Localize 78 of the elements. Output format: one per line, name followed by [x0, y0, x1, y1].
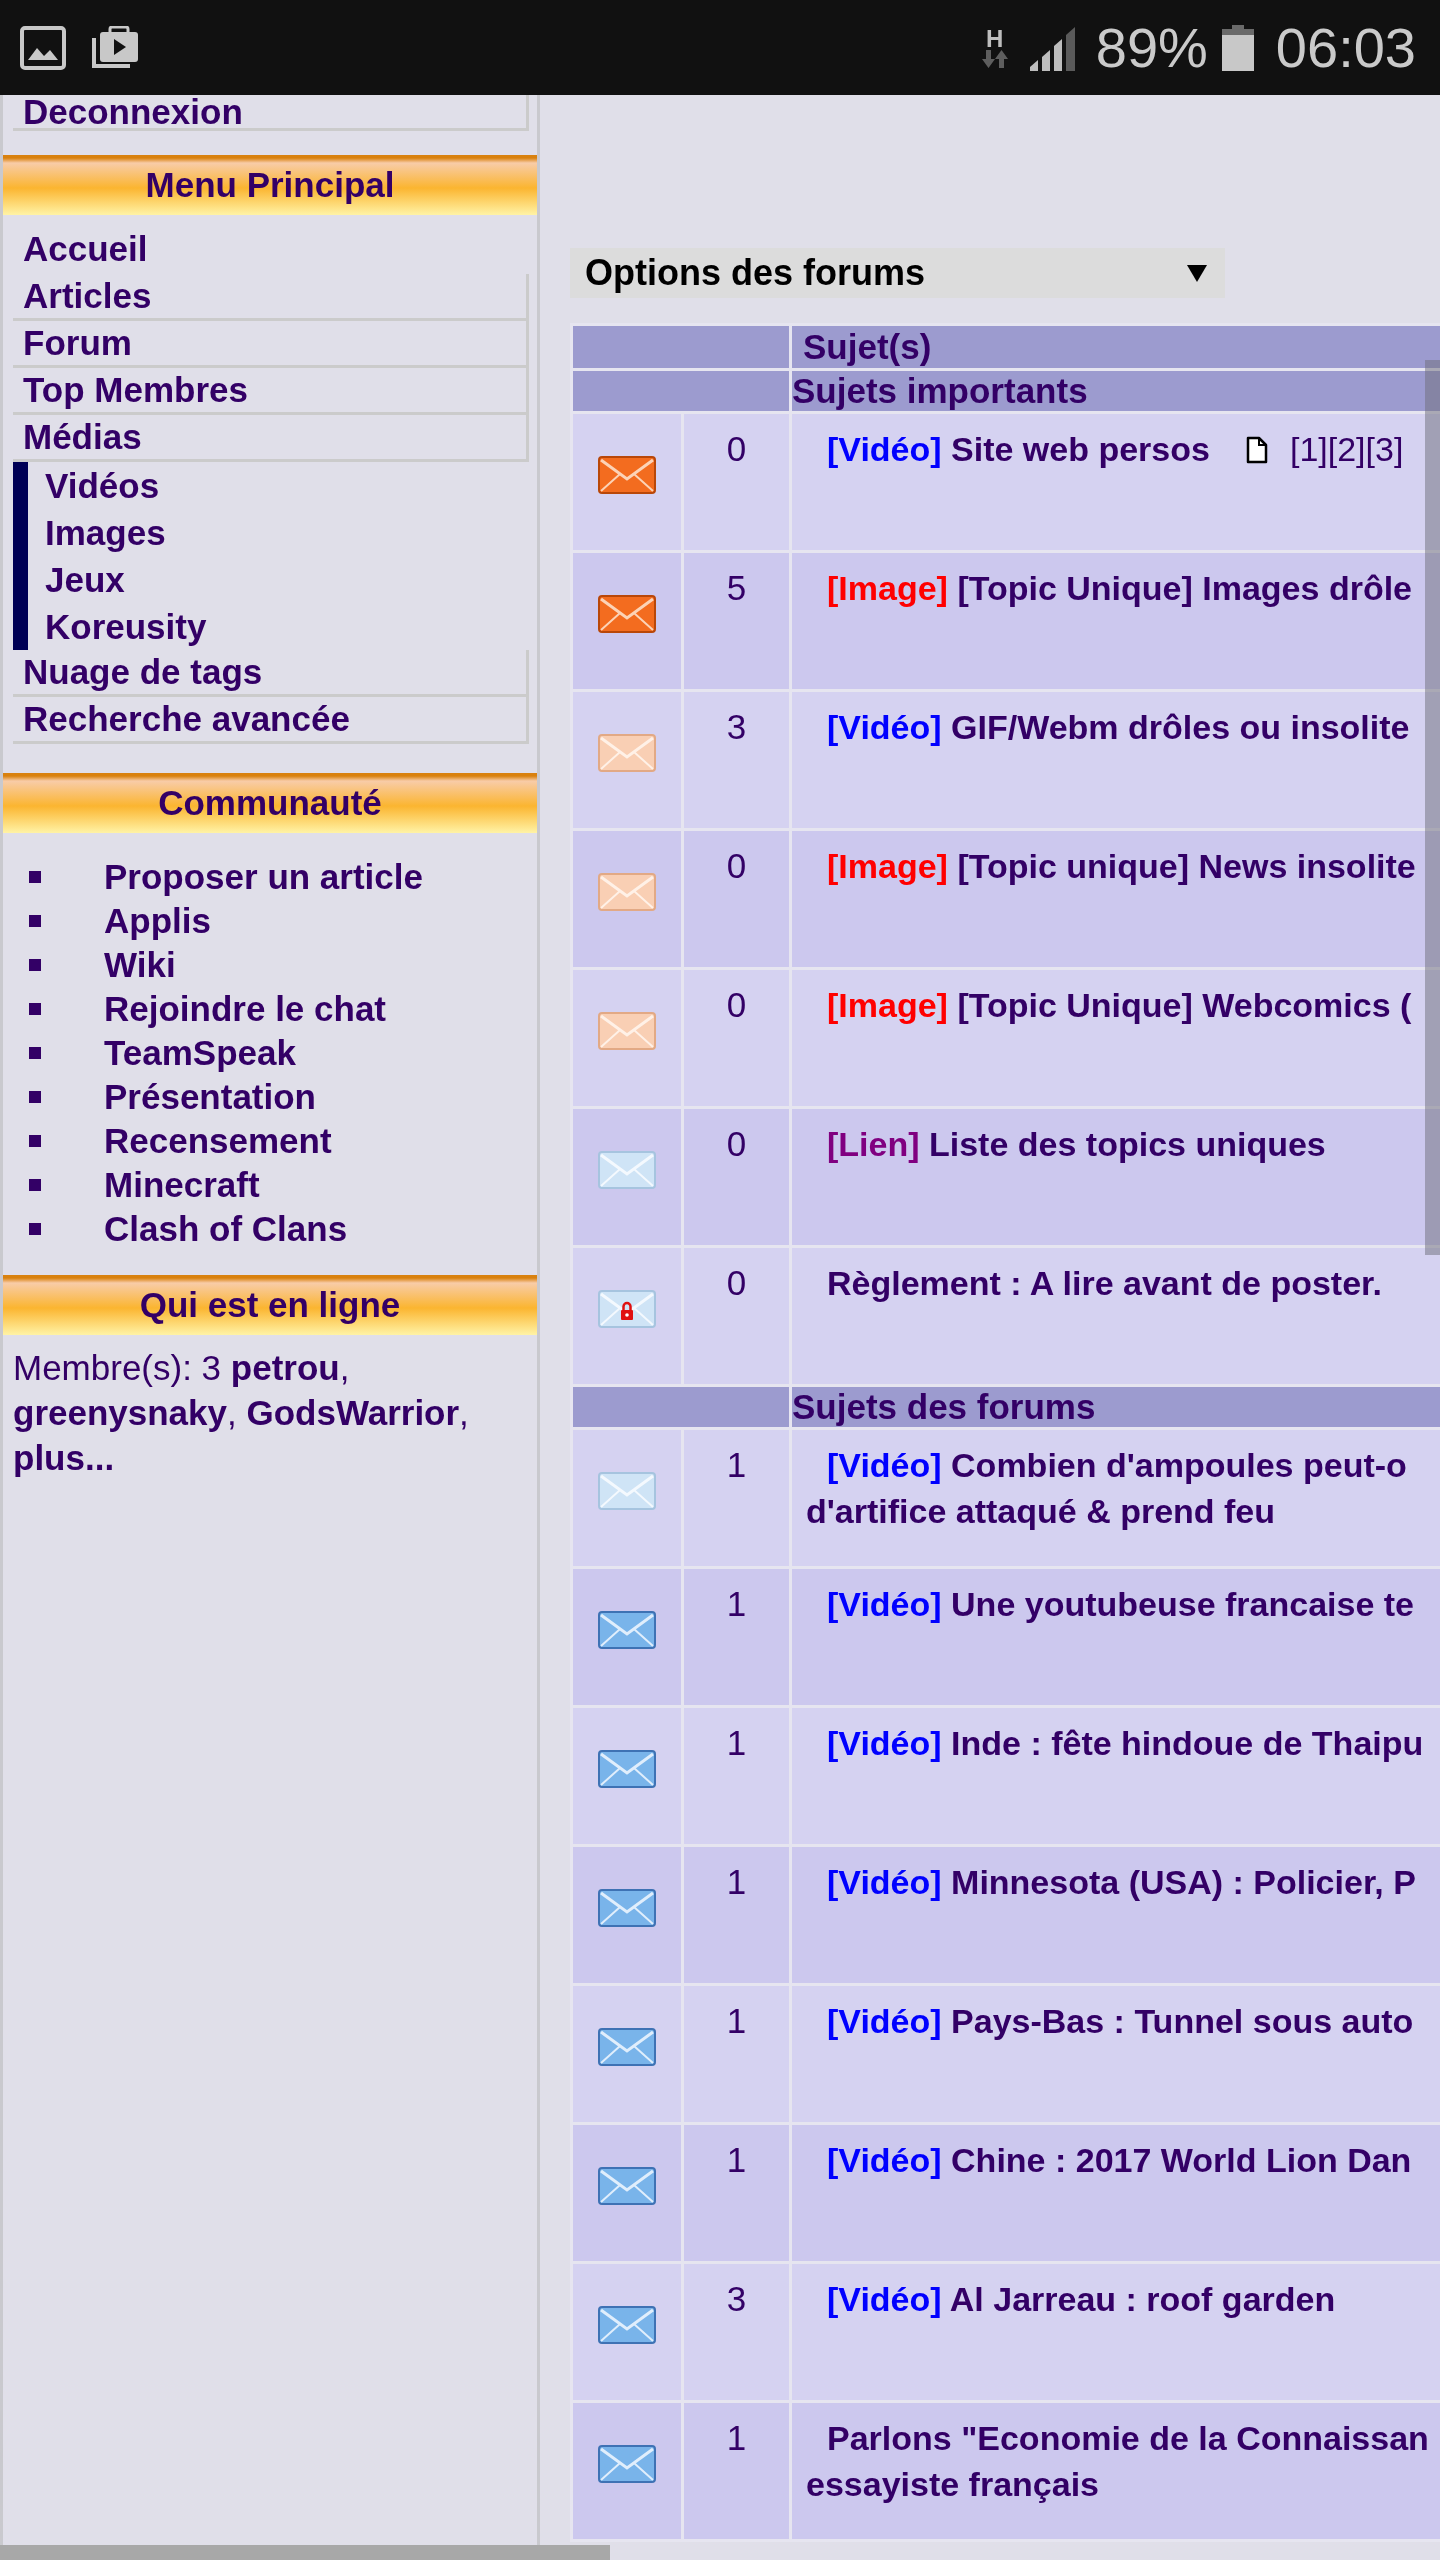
battery-percent: 89% [1095, 19, 1208, 76]
sidebar-block-header: Menu Principal [3, 155, 537, 215]
reply-count: 0 [726, 1124, 747, 1163]
reply-count: 3 [726, 2279, 747, 2318]
topic-tag: [Vidéo] [827, 1863, 942, 1901]
topic-tag: [Vidéo] [827, 1446, 942, 1484]
bullet-icon [29, 1223, 41, 1235]
reply-count: 1 [726, 2418, 747, 2457]
sidebar-link[interactable]: Nuage de tags [13, 650, 529, 697]
reply-count: 1 [726, 1445, 747, 1484]
sidebar-link[interactable]: Clash of Clans [104, 1207, 348, 1251]
data-arrows-icon [981, 49, 1008, 68]
topic-tag: [Vidéo] [827, 2141, 942, 2179]
sidebar-link[interactable]: Présentation [104, 1075, 316, 1119]
reply-count: 0 [726, 846, 747, 885]
sidebar-link[interactable]: Recensement [104, 1119, 332, 1163]
topic-tag: [Vidéo] [827, 430, 942, 468]
reply-count: 1 [726, 1584, 747, 1623]
bullet-icon [29, 915, 41, 927]
reply-count: 1 [726, 1723, 747, 1762]
reply-count: 1 [726, 1862, 747, 1901]
gallery-icon [20, 25, 66, 70]
sidebar-link[interactable]: Proposer un article [104, 855, 423, 899]
bullet-icon [29, 1091, 41, 1103]
topic-tag: [Vidéo] [827, 1585, 942, 1623]
sidebar-link[interactable]: Articles [13, 274, 529, 321]
bullet-icon [29, 959, 41, 971]
signal-icon [1029, 24, 1076, 71]
forum-options-select[interactable]: Options des forums [570, 248, 1225, 298]
sidebar-sublink[interactable]: Vidéos [13, 462, 529, 509]
sidebar-link[interactable]: Médias [13, 415, 529, 462]
topic-tag: [Vidéo] [827, 2280, 942, 2318]
sidebar-link[interactable]: Forum [13, 321, 529, 368]
sidebar-block-header: Communauté [3, 773, 537, 833]
topic-tag: [Lien] [827, 1125, 920, 1163]
topic-tag: [Vidéo] [827, 1724, 942, 1762]
topic-link[interactable]: [Vidéo] Site web persos [806, 426, 1210, 472]
reply-count: 3 [726, 707, 747, 746]
sidebar-sublink[interactable]: Jeux [13, 556, 529, 603]
reply-count: 5 [726, 568, 747, 607]
clock-time: 06:03 [1275, 19, 1416, 76]
topic-tag: [Vidéo] [827, 708, 942, 746]
bullet-icon [29, 1135, 41, 1147]
page-icon [1245, 436, 1268, 464]
sidebar-link[interactable]: Wiki [104, 943, 176, 987]
caret-icon [1187, 264, 1207, 282]
sidebar-link[interactable]: Minecraft [104, 1163, 260, 1207]
sidebar-link[interactable]: Applis [104, 899, 211, 943]
sidebar-link[interactable]: Deconnexion [13, 95, 529, 131]
page-link[interactable]: [1] [1289, 430, 1328, 468]
column-header: Sujet(s) [790, 324, 1440, 370]
sidebar-sublink[interactable]: Images [13, 509, 529, 556]
topic-tag: [Image] [827, 569, 948, 607]
bullet-icon [29, 1179, 41, 1191]
battery-icon [1221, 24, 1254, 71]
bullet-icon [29, 1003, 41, 1015]
reply-count: 0 [726, 985, 747, 1024]
bullet-icon [29, 1047, 41, 1059]
sidebar-link[interactable]: TeamSpeak [104, 1031, 296, 1075]
sidebar-link[interactable]: Rejoindre le chat [104, 987, 387, 1031]
network-type-label: H [986, 27, 1004, 50]
topic-tag: [Vidéo] [827, 2002, 942, 2040]
media-play-icon [90, 25, 140, 70]
topic-tag: [Image] [827, 986, 948, 1024]
sidebar-sublink[interactable]: Koreusity [13, 603, 529, 650]
reply-count: 1 [726, 2140, 747, 2179]
sidebar-link[interactable]: Recherche avancée [13, 697, 529, 744]
topic-tag: [Image] [827, 847, 948, 885]
reply-count: 0 [726, 429, 747, 468]
sidebar-block-header: Qui est en ligne [3, 1275, 537, 1335]
bullet-icon [29, 871, 41, 883]
page-link[interactable]: [2] [1327, 430, 1366, 468]
page-link[interactable]: [3] [1365, 430, 1404, 468]
sidebar-link[interactable]: Top Membres [13, 368, 529, 415]
reply-count: 0 [726, 1263, 747, 1302]
sidebar-link[interactable]: Accueil [13, 227, 529, 274]
online-members-text: Membre(s): 3 petrou, greenysnaky, GodsWarrior, plus... [12, 1347, 470, 1479]
reply-count: 1 [726, 2001, 747, 2040]
